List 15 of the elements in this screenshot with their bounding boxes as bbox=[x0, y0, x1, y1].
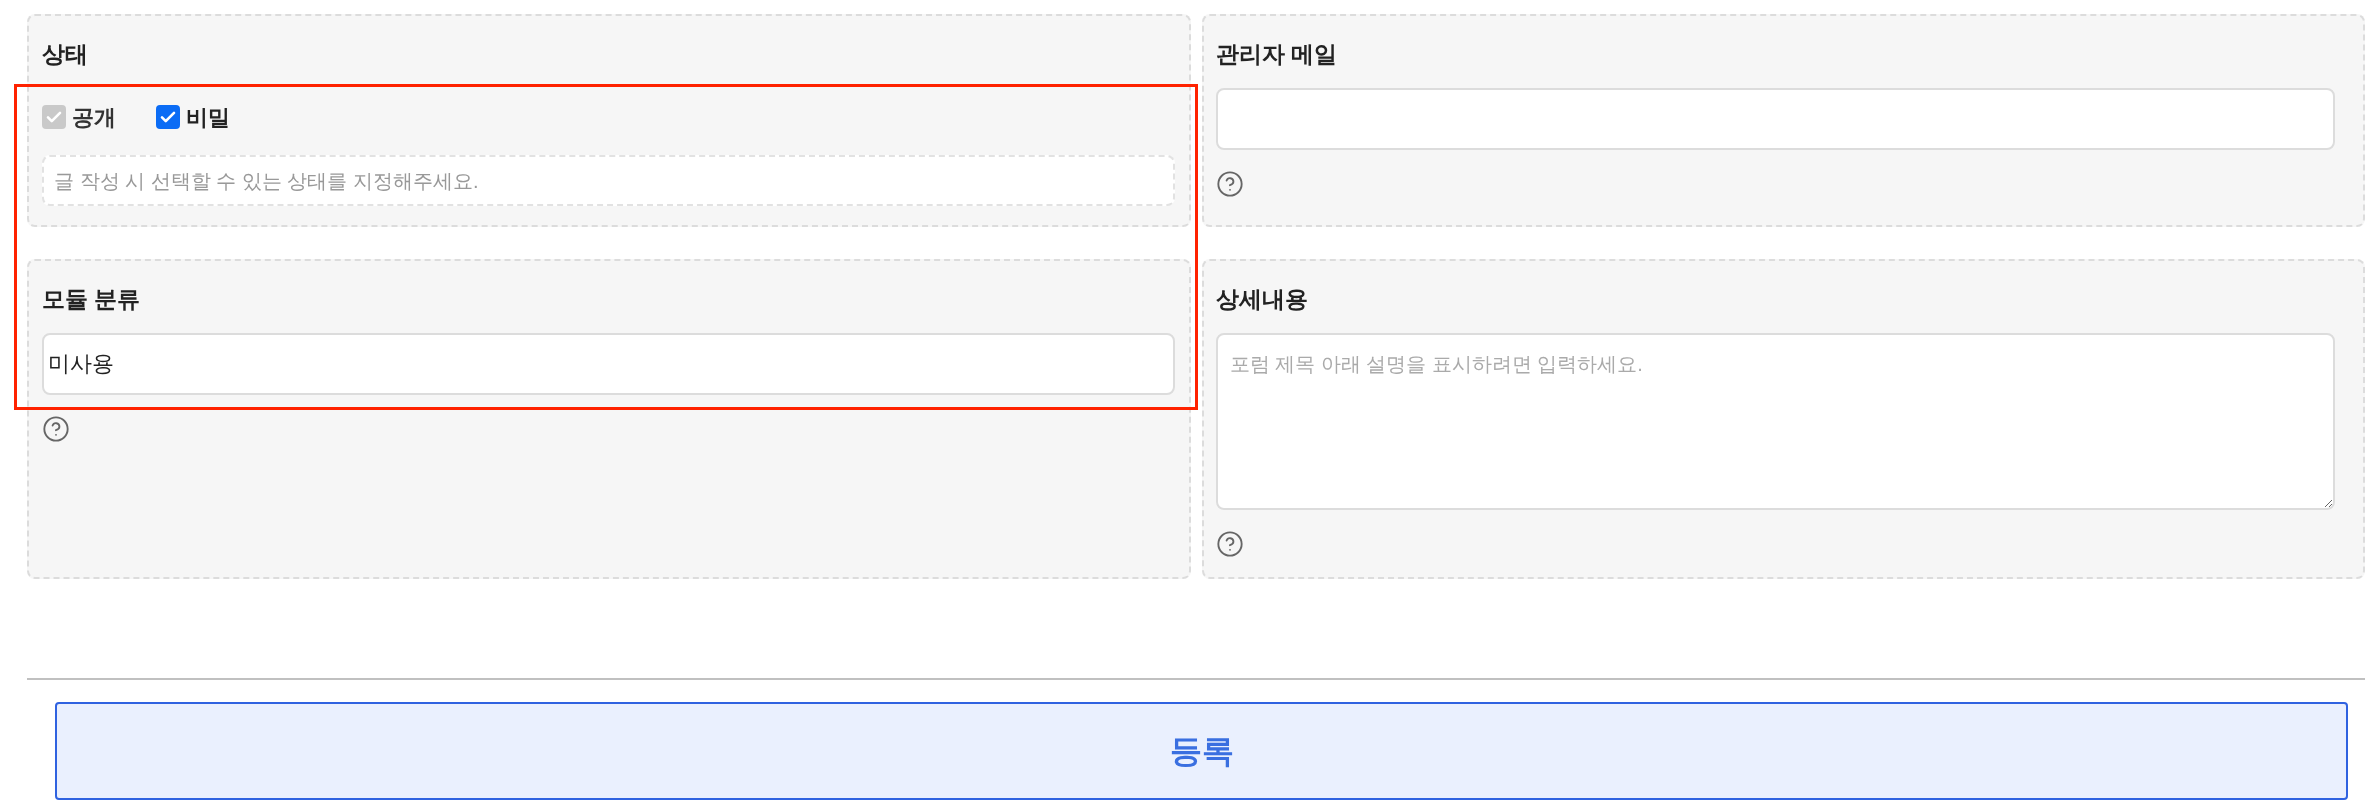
checkbox[interactable] bbox=[156, 105, 180, 129]
panel-title: 관리자 메일 bbox=[1215, 39, 1338, 69]
checkbox-label: 공개 bbox=[72, 103, 116, 132]
panel-title: 상세내용 bbox=[1215, 284, 1309, 314]
text-field[interactable] bbox=[1215, 88, 2335, 150]
panel-title: 상태 bbox=[42, 39, 89, 69]
panel-title: 모듈 분류 bbox=[42, 284, 142, 314]
checkbox-label: 비밀 bbox=[186, 103, 230, 132]
text-area[interactable]: 포럼 제목 아래 설명을 표시하려면 입력하세요. bbox=[1215, 333, 2335, 510]
hint-text: 글 작성 시 선택할 수 있는 상태를 지정해주세요. bbox=[42, 155, 1175, 206]
help-icon[interactable] bbox=[1215, 170, 1244, 198]
help-icon[interactable] bbox=[42, 415, 70, 443]
submit-button[interactable]: 등록 bbox=[55, 702, 2348, 800]
text-field[interactable]: 미사용 bbox=[42, 333, 1175, 395]
help-icon[interactable] bbox=[1215, 530, 1244, 558]
